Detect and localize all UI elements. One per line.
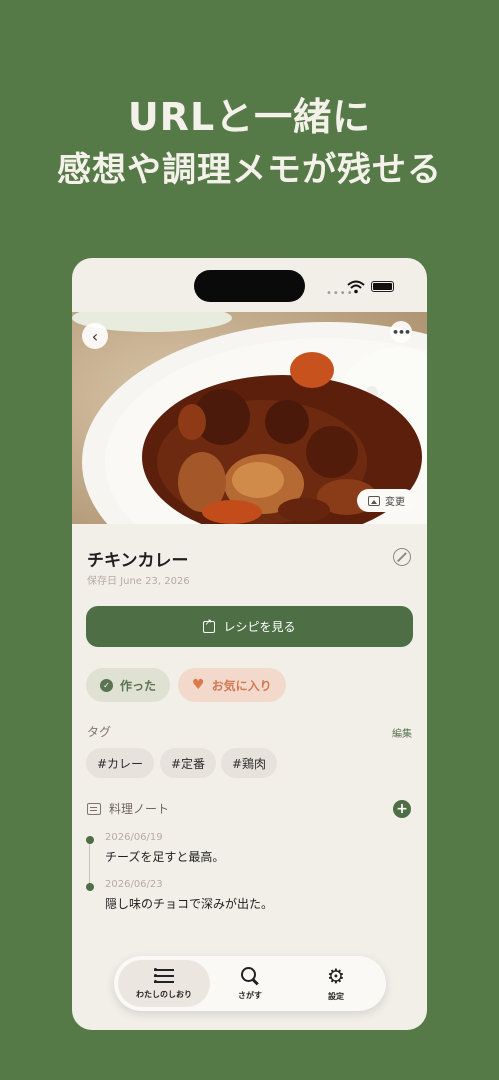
- phone-screen: •••• ‹ ••• 変更 チキンカレー 保存日 June 23, 2026 ↗…: [72, 258, 427, 1030]
- search-icon: [241, 966, 259, 985]
- battery-icon: [371, 281, 394, 292]
- tab-my-bookmarks[interactable]: わたしのしおり: [118, 960, 210, 1007]
- saved-date: 保存日 June 23, 2026: [87, 576, 190, 587]
- tab-bar: わたしのしおり さがす ⚙ 設定: [114, 956, 386, 1011]
- tab-settings[interactable]: ⚙ 設定: [290, 960, 382, 1007]
- wifi-icon: [347, 280, 365, 294]
- made-label: 作った: [120, 678, 157, 693]
- timeline-dot: [86, 836, 94, 844]
- note-text[interactable]: チーズを足すと最高。: [105, 848, 224, 865]
- tab-search[interactable]: さがす: [204, 960, 296, 1007]
- tag-chip[interactable]: #鶏肉: [221, 748, 278, 778]
- cooking-notes-label: 料理ノート: [109, 802, 170, 816]
- favorite-chip[interactable]: ♥ お気に入り: [178, 668, 286, 702]
- tag-chip[interactable]: #カレー: [86, 748, 155, 778]
- tab-label: さがす: [238, 990, 262, 1000]
- tag-chip[interactable]: #定番: [160, 748, 217, 778]
- notebook-icon: [87, 802, 101, 815]
- heart-icon: ♥: [192, 677, 205, 693]
- cooking-notes-heading: 料理ノート: [87, 800, 169, 817]
- promo-headline: URLと一緒に 感想や調理メモが残せる: [0, 92, 499, 198]
- more-options-button[interactable]: •••: [390, 321, 412, 343]
- change-photo-label: 変更: [385, 497, 405, 508]
- timeline-dot: [86, 883, 94, 891]
- tab-label: わたしのしおり: [136, 989, 192, 999]
- open-recipe-button[interactable]: レシピを見る: [86, 606, 413, 647]
- dynamic-island: [194, 270, 305, 302]
- external-link-icon: [203, 618, 216, 633]
- headline-line-1: URLと一緒に: [127, 95, 372, 139]
- edit-tags-button[interactable]: 編集: [392, 725, 412, 740]
- image-icon: [368, 495, 380, 506]
- add-note-button[interactable]: +: [393, 800, 411, 818]
- tags-heading: タグ: [87, 725, 112, 739]
- recipe-title: チキンカレー: [87, 551, 189, 571]
- back-button[interactable]: ‹: [82, 323, 108, 349]
- list-icon: [154, 968, 174, 984]
- ellipsis-icon: •••: [391, 325, 411, 339]
- note-date: 2026/06/23: [105, 879, 163, 890]
- check-circle-icon: ✓: [100, 678, 113, 692]
- gear-icon: ⚙: [327, 963, 345, 988]
- recipe-photo: ‹ ••• 変更: [72, 312, 427, 524]
- headline-line-2: 感想や調理メモが残せる: [57, 150, 442, 190]
- tab-label: 設定: [328, 991, 344, 1001]
- favorite-label: お気に入り: [211, 678, 272, 693]
- made-chip[interactable]: ✓ 作った: [86, 668, 171, 702]
- open-recipe-label: レシピを見る: [223, 620, 296, 634]
- disable-icon[interactable]: [393, 548, 411, 566]
- note-text[interactable]: 隠し味のチョコで深みが出た。: [105, 895, 273, 912]
- change-photo-button[interactable]: 変更: [357, 489, 416, 512]
- timeline-line: [89, 840, 90, 884]
- note-date: 2026/06/19: [105, 832, 163, 843]
- status-bar: ••••: [72, 258, 427, 312]
- chevron-left-icon: ‹: [91, 326, 99, 346]
